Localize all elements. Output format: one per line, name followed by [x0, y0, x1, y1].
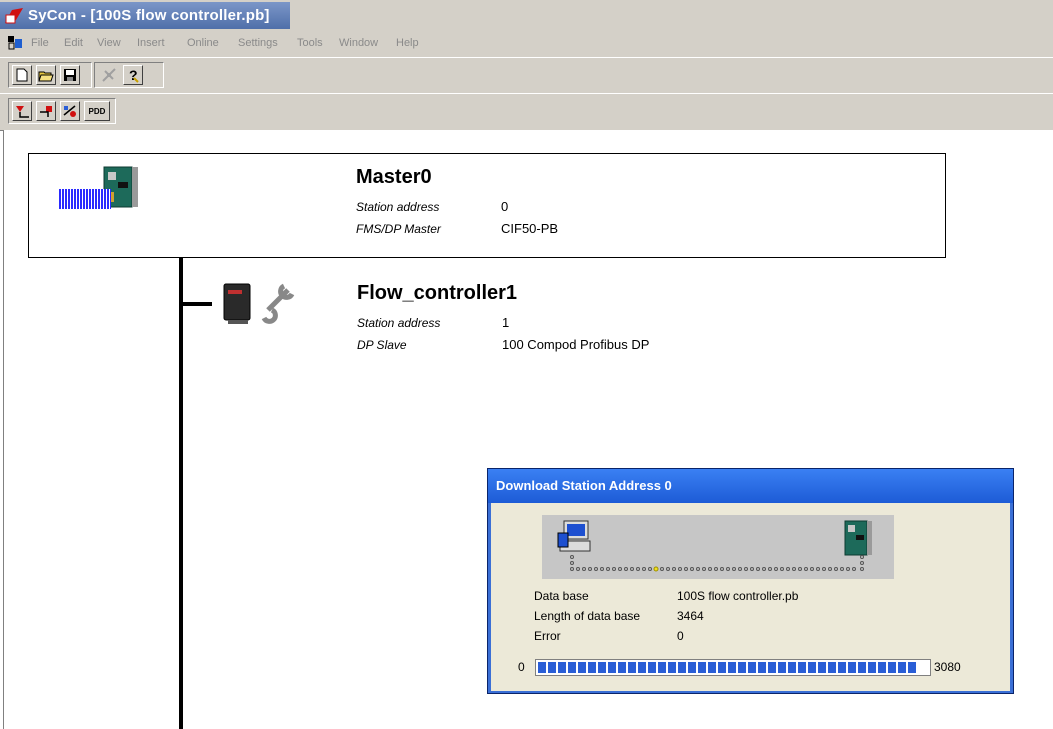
menu-insert[interactable]: Insert	[137, 37, 165, 49]
error-label: Error	[534, 629, 561, 643]
sycon-app-icon[interactable]	[4, 6, 24, 24]
slave-bus-stub	[179, 302, 212, 306]
transfer-dots-icon	[570, 555, 864, 572]
save-disk-icon	[64, 69, 76, 81]
pdd-button[interactable]: PDD	[84, 101, 110, 121]
insert-slave-icon	[40, 106, 52, 117]
new-file-icon	[16, 68, 28, 82]
new-file-button[interactable]	[12, 65, 32, 85]
insert-master-icon	[16, 106, 29, 118]
network-scan-button[interactable]	[99, 65, 119, 85]
insert-slave-button[interactable]	[36, 101, 56, 121]
download-progress-fill	[538, 662, 916, 673]
bus-parameter-button[interactable]	[60, 101, 80, 121]
database-label: Data base	[534, 589, 589, 603]
download-dialog: Download Station Address 0 Data base 100…	[487, 468, 1014, 694]
database-length-label: Length of data base	[534, 609, 641, 623]
help-question-icon: ?	[129, 67, 139, 83]
profibus-line	[179, 183, 183, 729]
slave-address-label: Station address	[357, 316, 441, 330]
help-button[interactable]: ?	[123, 65, 143, 85]
tools-toolbar-group: ?	[94, 62, 164, 88]
menu-help[interactable]: Help	[396, 37, 419, 49]
progress-min-label: 0	[518, 660, 525, 674]
master-type-value: CIF50-PB	[501, 221, 559, 236]
flow-controller-device-icon[interactable]	[220, 280, 302, 328]
slave-address-value: 1	[502, 315, 510, 330]
menu-settings[interactable]: Settings	[238, 37, 278, 49]
download-progress-bar	[535, 659, 931, 676]
dialog-body: Data base 100S flow controller.pb Length…	[491, 503, 1010, 691]
computer-icon	[557, 520, 591, 552]
dialog-title: Download Station Address 0	[496, 478, 672, 493]
menu-window[interactable]: Window	[339, 37, 378, 49]
slave-name: Flow_controller1	[357, 282, 518, 304]
file-toolbar-group	[8, 62, 92, 88]
database-length-value: 3464	[677, 609, 704, 623]
download-animation-panel	[542, 515, 894, 579]
standard-toolbar: ?	[0, 57, 1053, 93]
database-value: 100S flow controller.pb	[677, 589, 799, 603]
open-file-button[interactable]	[36, 65, 56, 85]
progress-max-label: 3080	[934, 660, 961, 674]
document-menu-icon[interactable]	[7, 35, 23, 51]
menu-file[interactable]: File	[31, 37, 49, 49]
error-value: 0	[677, 629, 684, 643]
slave-type-value: 100 Compod Profibus DP	[502, 337, 650, 352]
device-toolbar: PDD	[0, 93, 1053, 131]
master-device-box[interactable]: Master0 Station address 0 FMS/DP Master …	[28, 153, 946, 258]
insert-master-button[interactable]	[12, 101, 32, 121]
master-type-label: FMS/DP Master	[356, 222, 441, 236]
title-bar: SyCon - [100S flow controller.pb]	[0, 0, 1053, 31]
device-toolbar-group: PDD	[8, 98, 116, 124]
profibus-logo	[59, 189, 111, 209]
network-scan-icon	[102, 68, 116, 82]
menu-online[interactable]: Online	[187, 37, 219, 49]
open-folder-icon	[38, 71, 54, 81]
master-address-label: Station address	[356, 200, 440, 214]
menu-edit[interactable]: Edit	[64, 37, 83, 49]
menu-tools[interactable]: Tools	[297, 37, 323, 49]
window-title: SyCon - [100S flow controller.pb]	[28, 7, 270, 24]
title-bar-active: SyCon - [100S flow controller.pb]	[0, 2, 290, 29]
master-address-value: 0	[501, 199, 509, 214]
dialog-title-bar[interactable]: Download Station Address 0	[488, 469, 1013, 503]
menu-bar: File Edit View Insert Online Settings To…	[0, 31, 1053, 57]
slave-type-label: DP Slave	[357, 338, 407, 352]
master-name: Master0	[356, 166, 432, 188]
bus-parameter-icon	[63, 105, 76, 117]
menu-view[interactable]: View	[97, 37, 121, 49]
save-button[interactable]	[60, 65, 80, 85]
